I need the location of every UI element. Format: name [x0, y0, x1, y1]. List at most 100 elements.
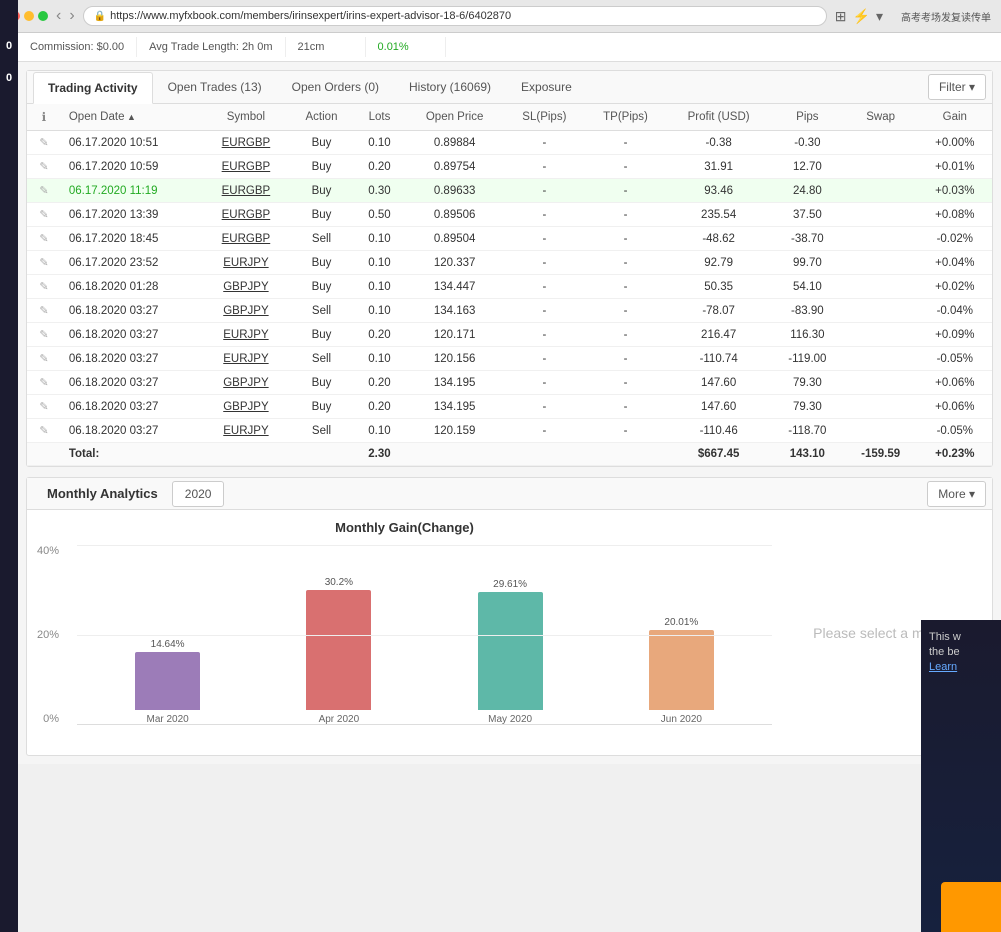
- edit-icon[interactable]: ✎: [39, 209, 48, 221]
- open-price-cell: 0.89506: [405, 203, 504, 227]
- profit-cell: 147.60: [666, 371, 771, 395]
- edit-icon[interactable]: ✎: [39, 425, 48, 437]
- edit-icon[interactable]: ✎: [39, 329, 48, 341]
- filter-button[interactable]: Filter ▾: [928, 74, 986, 100]
- commission-cell: Commission: $0.00: [18, 37, 137, 57]
- tab-open-trades[interactable]: Open Trades (13): [153, 71, 277, 103]
- edit-cell[interactable]: ✎: [27, 275, 61, 299]
- total-empty-2: [405, 443, 504, 466]
- edit-icon[interactable]: ✎: [39, 137, 48, 149]
- sl-cell: -: [504, 131, 585, 155]
- open-price-cell: 134.163: [405, 299, 504, 323]
- back-button[interactable]: ‹: [56, 7, 61, 25]
- symbol-cell[interactable]: EURGBP: [203, 179, 290, 203]
- edit-cell[interactable]: ✎: [27, 371, 61, 395]
- date-cell: 06.18.2020 01:28: [61, 275, 203, 299]
- symbol-cell[interactable]: EURGBP: [203, 155, 290, 179]
- gain-cell: +0.06%: [918, 395, 992, 419]
- profit-cell: -110.74: [666, 347, 771, 371]
- edit-icon[interactable]: ✎: [39, 305, 48, 317]
- edit-cell[interactable]: ✎: [27, 299, 61, 323]
- swap-cell: [844, 131, 918, 155]
- symbol-cell[interactable]: GBPJPY: [203, 371, 290, 395]
- learn-more-link[interactable]: Learn: [929, 661, 957, 673]
- edit-cell[interactable]: ✎: [27, 347, 61, 371]
- year-tab-2020[interactable]: 2020: [172, 481, 225, 507]
- date-cell: 06.18.2020 03:27: [61, 419, 203, 443]
- symbol-cell[interactable]: GBPJPY: [203, 395, 290, 419]
- col-action: Action: [289, 104, 353, 131]
- date-cell: 06.17.2020 10:51: [61, 131, 203, 155]
- more-button[interactable]: More ▾: [927, 481, 986, 507]
- lots-cell: 0.20: [354, 155, 406, 179]
- edit-cell[interactable]: ✎: [27, 179, 61, 203]
- grid-icon[interactable]: ⊞: [835, 8, 847, 25]
- total-lots: 2.30: [354, 443, 406, 466]
- col-lots: Lots: [354, 104, 406, 131]
- lightning-icon[interactable]: ⚡: [853, 8, 870, 25]
- edit-icon[interactable]: ✎: [39, 401, 48, 413]
- edit-icon[interactable]: ✎: [39, 161, 48, 173]
- edit-cell[interactable]: ✎: [27, 251, 61, 275]
- chart-container: 40% 20% 0% 14.64% Mar 2020 30.2% A: [37, 545, 772, 745]
- forward-button[interactable]: ›: [69, 7, 74, 25]
- symbol-cell[interactable]: GBPJPY: [203, 275, 290, 299]
- url-bar[interactable]: 🔒 https://www.myfxbook.com/members/irins…: [83, 6, 827, 26]
- tab-open-orders[interactable]: Open Orders (0): [277, 71, 394, 103]
- bar: [649, 630, 714, 710]
- col-symbol: Symbol: [203, 104, 290, 131]
- symbol-cell[interactable]: GBPJPY: [203, 299, 290, 323]
- open-price-cell: 120.171: [405, 323, 504, 347]
- symbol-cell[interactable]: EURJPY: [203, 323, 290, 347]
- info-icon[interactable]: ℹ: [42, 110, 47, 124]
- tab-exposure[interactable]: Exposure: [506, 71, 587, 103]
- total-pips: 143.10: [771, 443, 844, 466]
- table-row: ✎ 06.17.2020 23:52 EURJPY Buy 0.10 120.3…: [27, 251, 992, 275]
- date-cell: 06.17.2020 13:39: [61, 203, 203, 227]
- edit-icon[interactable]: ✎: [39, 257, 48, 269]
- date-cell: 06.18.2020 03:27: [61, 347, 203, 371]
- edit-icon[interactable]: ✎: [39, 281, 48, 293]
- sl-cell: -: [504, 395, 585, 419]
- action-cell: Sell: [289, 347, 353, 371]
- gain-cell: +0.04%: [918, 251, 992, 275]
- edit-cell[interactable]: ✎: [27, 419, 61, 443]
- col-tp: TP(Pips): [585, 104, 667, 131]
- y-label-0: 0%: [43, 713, 59, 725]
- pips-cell: 79.30: [771, 371, 844, 395]
- sl-cell: -: [504, 251, 585, 275]
- edit-cell[interactable]: ✎: [27, 227, 61, 251]
- symbol-cell[interactable]: EURGBP: [203, 131, 290, 155]
- symbol-cell[interactable]: EURGBP: [203, 227, 290, 251]
- total-swap: -159.59: [844, 443, 918, 466]
- total-profit: $667.45: [666, 443, 771, 466]
- symbol-cell[interactable]: EURJPY: [203, 347, 290, 371]
- minimize-button[interactable]: [24, 11, 34, 21]
- bar: [306, 590, 371, 710]
- edit-icon[interactable]: ✎: [39, 353, 48, 365]
- edit-icon[interactable]: ✎: [39, 233, 48, 245]
- symbol-cell[interactable]: EURJPY: [203, 419, 290, 443]
- tab-trading-activity[interactable]: Trading Activity: [33, 72, 153, 104]
- edit-cell[interactable]: ✎: [27, 131, 61, 155]
- pips-cell: -83.90: [771, 299, 844, 323]
- edit-icon[interactable]: ✎: [39, 377, 48, 389]
- profit-cell: 216.47: [666, 323, 771, 347]
- maximize-button[interactable]: [38, 11, 48, 21]
- edit-icon[interactable]: ✎: [39, 185, 48, 197]
- edit-cell[interactable]: ✎: [27, 155, 61, 179]
- trade-table: ℹ Open Date Symbol Action Lots Open Pric…: [27, 104, 992, 466]
- symbol-cell[interactable]: EURGBP: [203, 203, 290, 227]
- total-row: Total: 2.30 $667.45 143.10 -159.59 +0.23…: [27, 443, 992, 466]
- menu-icon[interactable]: ▾: [876, 8, 883, 25]
- pips-cell: 99.70: [771, 251, 844, 275]
- symbol-cell[interactable]: EURJPY: [203, 251, 290, 275]
- col-open-date[interactable]: Open Date: [61, 104, 203, 131]
- table-row: ✎ 06.18.2020 03:27 EURJPY Sell 0.10 120.…: [27, 419, 992, 443]
- edit-cell[interactable]: ✎: [27, 395, 61, 419]
- edit-cell[interactable]: ✎: [27, 203, 61, 227]
- action-cell: Buy: [289, 275, 353, 299]
- tab-history[interactable]: History (16069): [394, 71, 506, 103]
- edit-cell[interactable]: ✎: [27, 323, 61, 347]
- chart-title: Monthly Gain(Change): [37, 520, 772, 535]
